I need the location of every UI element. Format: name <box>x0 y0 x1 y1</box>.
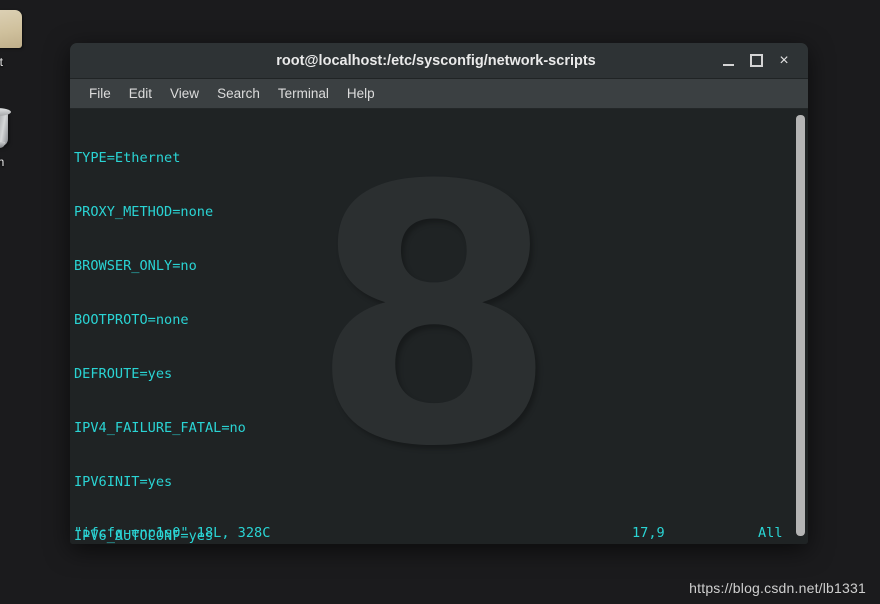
desktop-icon-root-home[interactable]: ot <box>0 4 30 69</box>
menubar: File Edit View Search Terminal Help <box>70 79 808 109</box>
menu-item-edit[interactable]: Edit <box>120 83 161 104</box>
home-folder-icon <box>0 4 24 52</box>
minimize-button[interactable] <box>714 48 742 74</box>
editor-line: IPV4_FAILURE_FATAL=no <box>74 420 246 436</box>
scrollbar-thumb[interactable] <box>795 115 805 536</box>
status-scroll-scope: All <box>758 525 783 541</box>
terminal-body[interactable]: 8 TYPE=Ethernet PROXY_METHOD=none BROWSE… <box>70 109 808 544</box>
terminal-scrollbar[interactable] <box>792 109 808 544</box>
window-titlebar[interactable]: root@localhost:/etc/sysconfig/network-sc… <box>70 43 808 79</box>
menu-item-terminal[interactable]: Terminal <box>269 83 338 104</box>
vim-editor-content[interactable]: TYPE=Ethernet PROXY_METHOD=none BROWSER_… <box>70 109 792 544</box>
window-controls: × <box>714 48 808 74</box>
editor-line: BOOTPROTO=none <box>74 312 189 328</box>
menu-item-search[interactable]: Search <box>208 83 269 104</box>
desktop-icon-label: ot <box>0 55 3 69</box>
editor-line: PROXY_METHOD=none <box>74 204 214 220</box>
watermark: https://blog.csdn.net/lb1331 <box>689 580 866 596</box>
close-icon: × <box>779 51 789 69</box>
menu-item-file[interactable]: File <box>80 83 120 104</box>
desktop: ot sh root@localhost:/etc/sysconfig/netw… <box>0 0 880 604</box>
menu-item-help[interactable]: Help <box>338 83 384 104</box>
maximize-icon <box>749 54 763 67</box>
editor-line: IPV6INIT=yes <box>74 474 173 490</box>
editor-line: BROWSER_ONLY=no <box>74 258 197 274</box>
terminal-window: root@localhost:/etc/sysconfig/network-sc… <box>70 43 808 544</box>
close-button[interactable]: × <box>770 48 798 74</box>
status-cursor-position: 17,9 <box>632 525 665 541</box>
window-title: root@localhost:/etc/sysconfig/network-sc… <box>276 52 596 69</box>
trash-icon <box>0 104 24 152</box>
desktop-icon-trash[interactable]: sh <box>0 104 30 169</box>
minimize-icon <box>722 63 734 66</box>
vim-status-line: "ifcfg-enp1s0" 18L, 328C 17,9 All <box>70 524 808 542</box>
editor-line: TYPE=Ethernet <box>74 150 181 166</box>
maximize-button[interactable] <box>742 48 770 74</box>
desktop-icon-label: sh <box>0 155 5 169</box>
editor-line: DEFROUTE=yes <box>74 366 173 382</box>
status-filename: "ifcfg-enp1s0" 18L, 328C <box>74 525 271 541</box>
menu-item-view[interactable]: View <box>161 83 208 104</box>
